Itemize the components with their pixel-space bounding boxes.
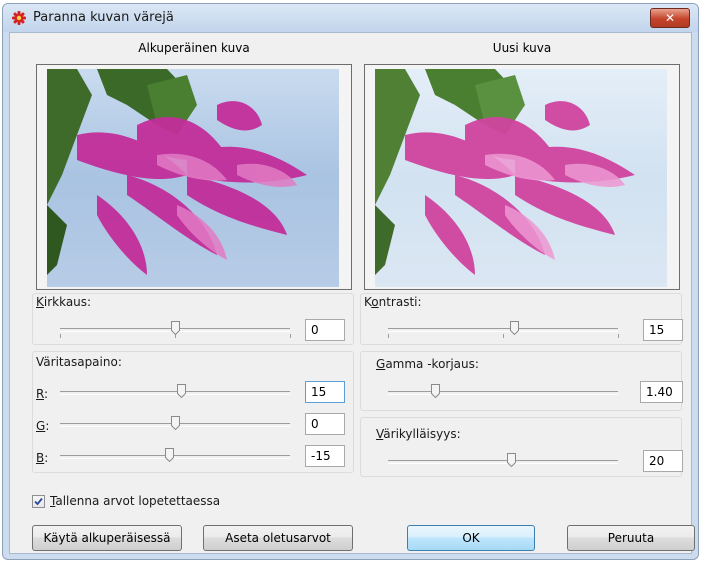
brightness-value-field[interactable]: 0 [305,319,345,341]
contrast-slider-thumb[interactable] [510,321,519,335]
apply-to-original-button[interactable]: Käytä alkuperäisessä [32,525,182,551]
new-image [375,69,667,287]
red-label: R: [36,387,48,401]
ok-button[interactable]: OK [407,525,535,551]
saturation-label: Värikylläisyys: [376,427,461,441]
blue-label-text: : [44,451,49,465]
red-slider-thumb[interactable] [177,384,186,398]
title-bar[interactable]: Paranna kuvan värejä ✕ [3,4,698,32]
blue-label: B: [36,451,48,465]
brightness-tick-min [60,334,61,338]
contrast-tick-mid [503,334,504,338]
blue-mnemonic: B [36,451,45,465]
gamma-slider-track[interactable] [388,391,618,395]
saturation-value-field[interactable]: 20 [643,450,683,472]
save-values-label[interactable]: Tallenna arvot lopetettaessa [50,494,220,508]
saturation-slider-thumb[interactable] [507,453,516,467]
close-button[interactable]: ✕ [650,8,690,28]
contrast-label: Kontrasti: [364,295,422,309]
save-values-checkbox[interactable] [32,495,45,508]
original-image [47,69,339,287]
new-image-frame [364,64,680,290]
new-image-caption: Uusi kuva [492,41,552,55]
original-image-frame [36,64,352,290]
saturation-label-text: ärikylläisyys: [383,427,461,441]
gamma-label-text: amma -korjaus: [385,357,479,371]
blue-slider-track[interactable] [60,455,290,459]
contrast-mnemonic: o [371,295,379,309]
original-image-caption: Alkuperäinen kuva [138,41,250,55]
window-title: Paranna kuvan värejä [33,10,174,25]
brightness-label-text: irkkaus: [43,295,92,309]
gamma-slider-thumb[interactable] [431,384,440,398]
saturation-group [360,417,682,477]
contrast-label-text: ntrasti: [378,295,422,309]
gamma-value-field[interactable]: 1.40 [640,381,683,403]
brightness-mnemonic: K [36,295,44,309]
app-icon [12,11,26,25]
gamma-mnemonic: G [376,357,386,371]
red-label-text: : [43,387,49,401]
blue-value-field[interactable]: -15 [305,445,345,467]
save-values-label-text: allenna arvot lopetettaessa [55,494,221,508]
red-mnemonic: R [36,387,44,401]
cancel-button[interactable]: Peruuta [567,525,695,551]
brightness-label: Kirkkaus: [36,295,91,309]
color-balance-title: Väritasapaino: [36,355,122,369]
green-value-field[interactable]: 0 [305,413,345,435]
red-slider-track[interactable] [60,391,290,395]
contrast-tick-max [618,334,619,338]
dialog-window: Paranna kuvan värejä ✕ Alkuperäinen kuva… [2,3,699,560]
set-defaults-button[interactable]: Aseta oletusarvot [203,525,353,551]
checkmark-icon [34,497,43,506]
brightness-tick-max [290,334,291,338]
saturation-slider-track[interactable] [388,460,618,464]
contrast-slider-track[interactable] [388,328,618,332]
green-label-text: : [45,419,50,433]
green-mnemonic: G [36,419,46,433]
contrast-value-field[interactable]: 15 [643,319,683,341]
gamma-label: Gamma -korjaus: [376,357,479,371]
dialog-client-area: Alkuperäinen kuva Uusi kuva Kirkkaus: 0 … [9,32,695,554]
blue-slider-thumb[interactable] [165,448,174,462]
green-slider-thumb[interactable] [171,416,180,430]
brightness-slider-thumb[interactable] [171,321,180,335]
green-label: G: [36,419,49,433]
close-icon: ✕ [664,11,676,25]
contrast-tick-min [388,334,389,338]
red-value-field[interactable]: 15 [305,381,345,403]
